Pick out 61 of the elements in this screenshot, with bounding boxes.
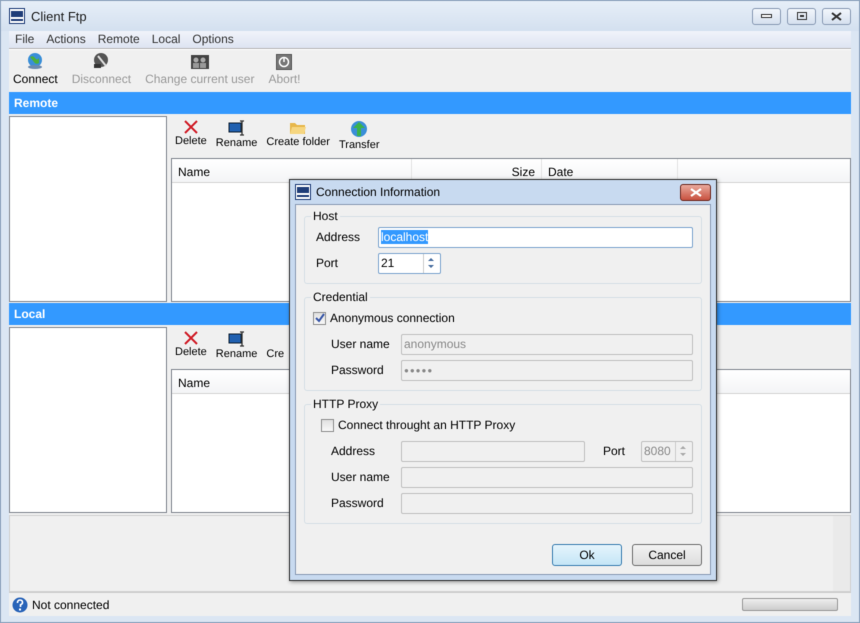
user-name-field[interactable] <box>401 466 693 488</box>
close-button[interactable] <box>822 8 851 24</box>
toolbar-button[interactable]: Delete <box>175 120 207 158</box>
group-title: Host <box>312 209 339 223</box>
rename-icon <box>228 120 246 136</box>
ftp-app-icon <box>9 8 25 24</box>
minimize-icon <box>761 14 772 18</box>
checkbox-label: Anonymous connection <box>330 311 455 325</box>
dialog-title: Connection Information <box>316 185 442 199</box>
globe-icon <box>26 52 44 70</box>
field-label: User name <box>331 337 391 351</box>
toolbar-button[interactable]: Transfer <box>338 120 380 158</box>
dialog-button[interactable]: Ok <box>552 544 622 566</box>
help-icon <box>12 596 28 612</box>
ftp-app-icon <box>295 184 311 200</box>
rename-icon <box>228 331 246 347</box>
close-icon <box>831 12 842 20</box>
minimize-button[interactable] <box>752 8 781 24</box>
folder-icon <box>289 120 308 135</box>
menu-item[interactable]: Options <box>186 31 240 48</box>
checkbox[interactable] <box>321 418 334 432</box>
port-spinner[interactable]: 21 <box>378 252 441 274</box>
restore-icon <box>796 12 806 20</box>
stop-icon <box>276 54 292 70</box>
field-label: User name <box>331 470 391 484</box>
group-title: HTTP Proxy <box>312 397 380 411</box>
menu-item[interactable]: Remote <box>92 31 146 48</box>
toolbar-button[interactable]: Delete <box>175 331 207 369</box>
field-label: Password <box>331 496 385 510</box>
restore-button[interactable] <box>787 8 816 24</box>
globe-arrows-icon <box>350 120 368 138</box>
menu-item[interactable]: File <box>9 31 40 48</box>
scrollbar[interactable] <box>833 516 850 591</box>
menu-item[interactable]: Actions <box>40 31 92 48</box>
cross-icon <box>184 331 198 345</box>
close-button[interactable] <box>680 184 711 200</box>
field-label: Address <box>331 444 376 458</box>
folder-tree[interactable] <box>9 116 167 302</box>
folder-tree[interactable] <box>9 327 167 513</box>
window-title: Client Ftp <box>31 8 88 24</box>
users-icon <box>190 54 209 70</box>
field-label: Port <box>603 444 626 458</box>
close-icon <box>690 188 702 196</box>
group-title: Credential <box>312 290 369 304</box>
field-label: Password <box>331 363 385 377</box>
section-header: Remote <box>9 92 851 114</box>
dialog-button[interactable]: Cancel <box>632 544 702 566</box>
status-text: Not connected <box>32 598 110 612</box>
toolbar-button[interactable]: Rename <box>216 331 258 369</box>
toolbar-button[interactable]: Rename <box>216 120 258 158</box>
checkbox-label: Connect throught an HTTP Proxy <box>338 418 516 432</box>
password-field[interactable] <box>401 492 693 514</box>
field-label: Port <box>316 256 340 270</box>
toolbar-button[interactable]: Connect <box>13 52 58 86</box>
toolbar-button[interactable]: Cre <box>266 331 284 369</box>
menu-item[interactable]: Local <box>146 31 186 48</box>
toolbar-button[interactable]: Create folder <box>266 120 330 158</box>
field-label: Address <box>316 230 362 244</box>
cross-icon <box>184 120 198 134</box>
checkbox[interactable] <box>313 312 326 324</box>
address-field[interactable] <box>401 440 585 462</box>
